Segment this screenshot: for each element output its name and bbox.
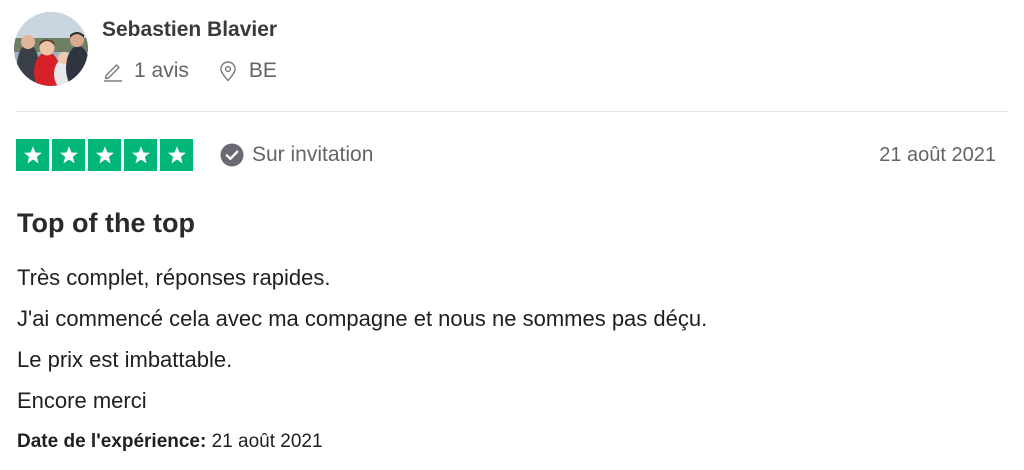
- star-2: [52, 139, 85, 171]
- pencil-icon: [104, 64, 122, 82]
- review-title[interactable]: Top of the top: [17, 207, 195, 239]
- review-line: J'ai commencé cela avec ma compagne et n…: [17, 306, 708, 331]
- review-body: Très complet, réponses rapides. J'ai com…: [17, 257, 997, 421]
- star-3: [88, 139, 121, 171]
- rating-row: Sur invitation 21 août 2021: [16, 139, 996, 171]
- reviewer-name[interactable]: Sebastien Blavier: [102, 17, 277, 43]
- reviewer-header: Sebastien Blavier 1 avis BE: [14, 12, 277, 86]
- star-4: [124, 139, 157, 171]
- reviewer-info: Sebastien Blavier 1 avis BE: [102, 12, 277, 83]
- check-circle-icon: [220, 143, 244, 167]
- star-rating: [16, 139, 193, 171]
- location-pin-icon: [220, 61, 236, 82]
- star-icon: [59, 146, 78, 164]
- review-date: 21 août 2021: [879, 143, 996, 166]
- star-1: [16, 139, 49, 171]
- review-line: Très complet, réponses rapides.: [17, 265, 331, 290]
- country-code: BE: [248, 59, 277, 82]
- star-icon: [131, 146, 150, 164]
- star-icon: [95, 146, 114, 164]
- experience-date-label: Date de l'expérience:: [17, 431, 207, 452]
- star-icon: [23, 146, 42, 164]
- experience-date: Date de l'expérience: 21 août 2021: [17, 430, 323, 454]
- review-line: Encore merci: [17, 388, 147, 413]
- star-5: [160, 139, 193, 171]
- verification-label: Sur invitation: [252, 143, 374, 166]
- reviewer-meta: 1 avis BE: [102, 59, 277, 83]
- reviewer-location: BE: [217, 59, 277, 83]
- divider: [16, 111, 1008, 112]
- reviews-count-label: 1 avis: [134, 59, 189, 82]
- review-line: Le prix est imbattable.: [17, 347, 233, 372]
- avatar-photo: [14, 12, 88, 86]
- star-icon: [167, 146, 186, 164]
- reviews-count: 1 avis: [102, 59, 189, 83]
- avatar[interactable]: [14, 12, 88, 86]
- verification-badge[interactable]: Sur invitation: [220, 143, 373, 167]
- review-card: Sebastien Blavier 1 avis BE Sur invitati…: [0, 0, 1024, 470]
- experience-date-value: 21 août 2021: [211, 431, 323, 452]
